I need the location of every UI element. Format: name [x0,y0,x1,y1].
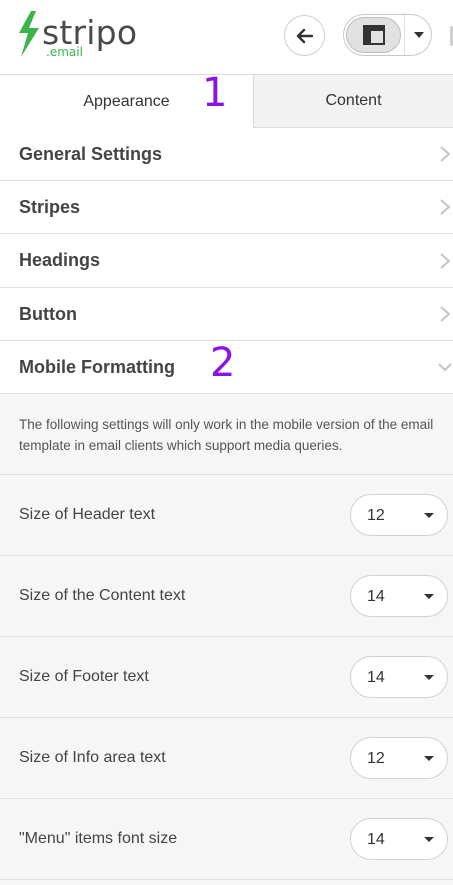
section-stripes[interactable]: Stripes [0,181,453,234]
content-text-size-select[interactable]: 14 [350,575,448,617]
section-title: General Settings [19,143,163,164]
select-value: 14 [367,669,385,686]
chevron-right-icon [440,199,451,215]
mobile-formatting-note: The following settings will only work in… [0,394,453,475]
caret-down-icon [424,756,434,761]
menu-items-font-size-select[interactable]: 14 [350,818,448,860]
layout-dropdown-button[interactable] [404,15,431,55]
setting-row-content-text: Size of the Content text 14 [0,556,453,637]
logo-subtext: .email [46,45,83,59]
section-title: Headings [19,250,101,270]
info-area-text-size-select[interactable]: 12 [350,737,448,779]
select-value: 12 [367,750,385,767]
annotation-number-1: 1 [202,70,228,116]
caret-down-icon [424,513,434,518]
layout-icon [362,25,385,45]
caret-down-icon [413,32,424,38]
setting-row-footer-text: Size of Footer text 14 [0,637,453,718]
section-title: Button [19,303,77,324]
layout-toggle-button[interactable] [346,17,401,53]
annotation-number-2: 2 [210,340,236,386]
caret-down-icon [424,837,434,842]
chevron-right-icon [440,306,451,322]
caret-down-icon [424,675,434,680]
arrow-left-icon [296,28,313,43]
select-value: 14 [367,831,385,848]
back-button[interactable] [284,15,325,56]
setting-label: Size of Header text [19,506,156,523]
select-value: 12 [367,507,385,524]
setting-label: "Menu" items font size [19,830,178,847]
setting-label: Size of the Content text [19,587,186,604]
caret-down-icon [424,594,434,599]
chevron-right-icon [440,146,451,162]
top-bar: stripo .email [0,0,453,75]
section-general-settings[interactable]: General Settings [0,128,453,181]
section-button[interactable]: Button [0,288,453,341]
footer-text-size-select[interactable]: 14 [350,656,448,698]
chevron-down-icon [438,363,452,372]
section-title: Mobile Formatting [19,356,175,377]
select-value: 14 [367,588,385,605]
stripo-logo[interactable]: stripo .email [16,11,156,63]
tab-content[interactable]: Content [254,75,453,128]
section-headings[interactable]: Headings [0,234,453,288]
setting-row-info-area-text: Size of Info area text 12 [0,718,453,799]
chevron-right-icon [440,252,451,269]
setting-label: Size of Info area text [19,749,166,766]
lightning-icon [19,11,39,57]
header-text-size-select[interactable]: 12 [350,494,448,536]
setting-label: Size of Footer text [19,668,149,685]
section-title: Stripes [19,196,81,217]
setting-row-header-text: Size of Header text 12 [0,475,453,556]
setting-row-menu-items-font: "Menu" items font size 14 [0,799,453,880]
layout-split-button [343,14,432,56]
